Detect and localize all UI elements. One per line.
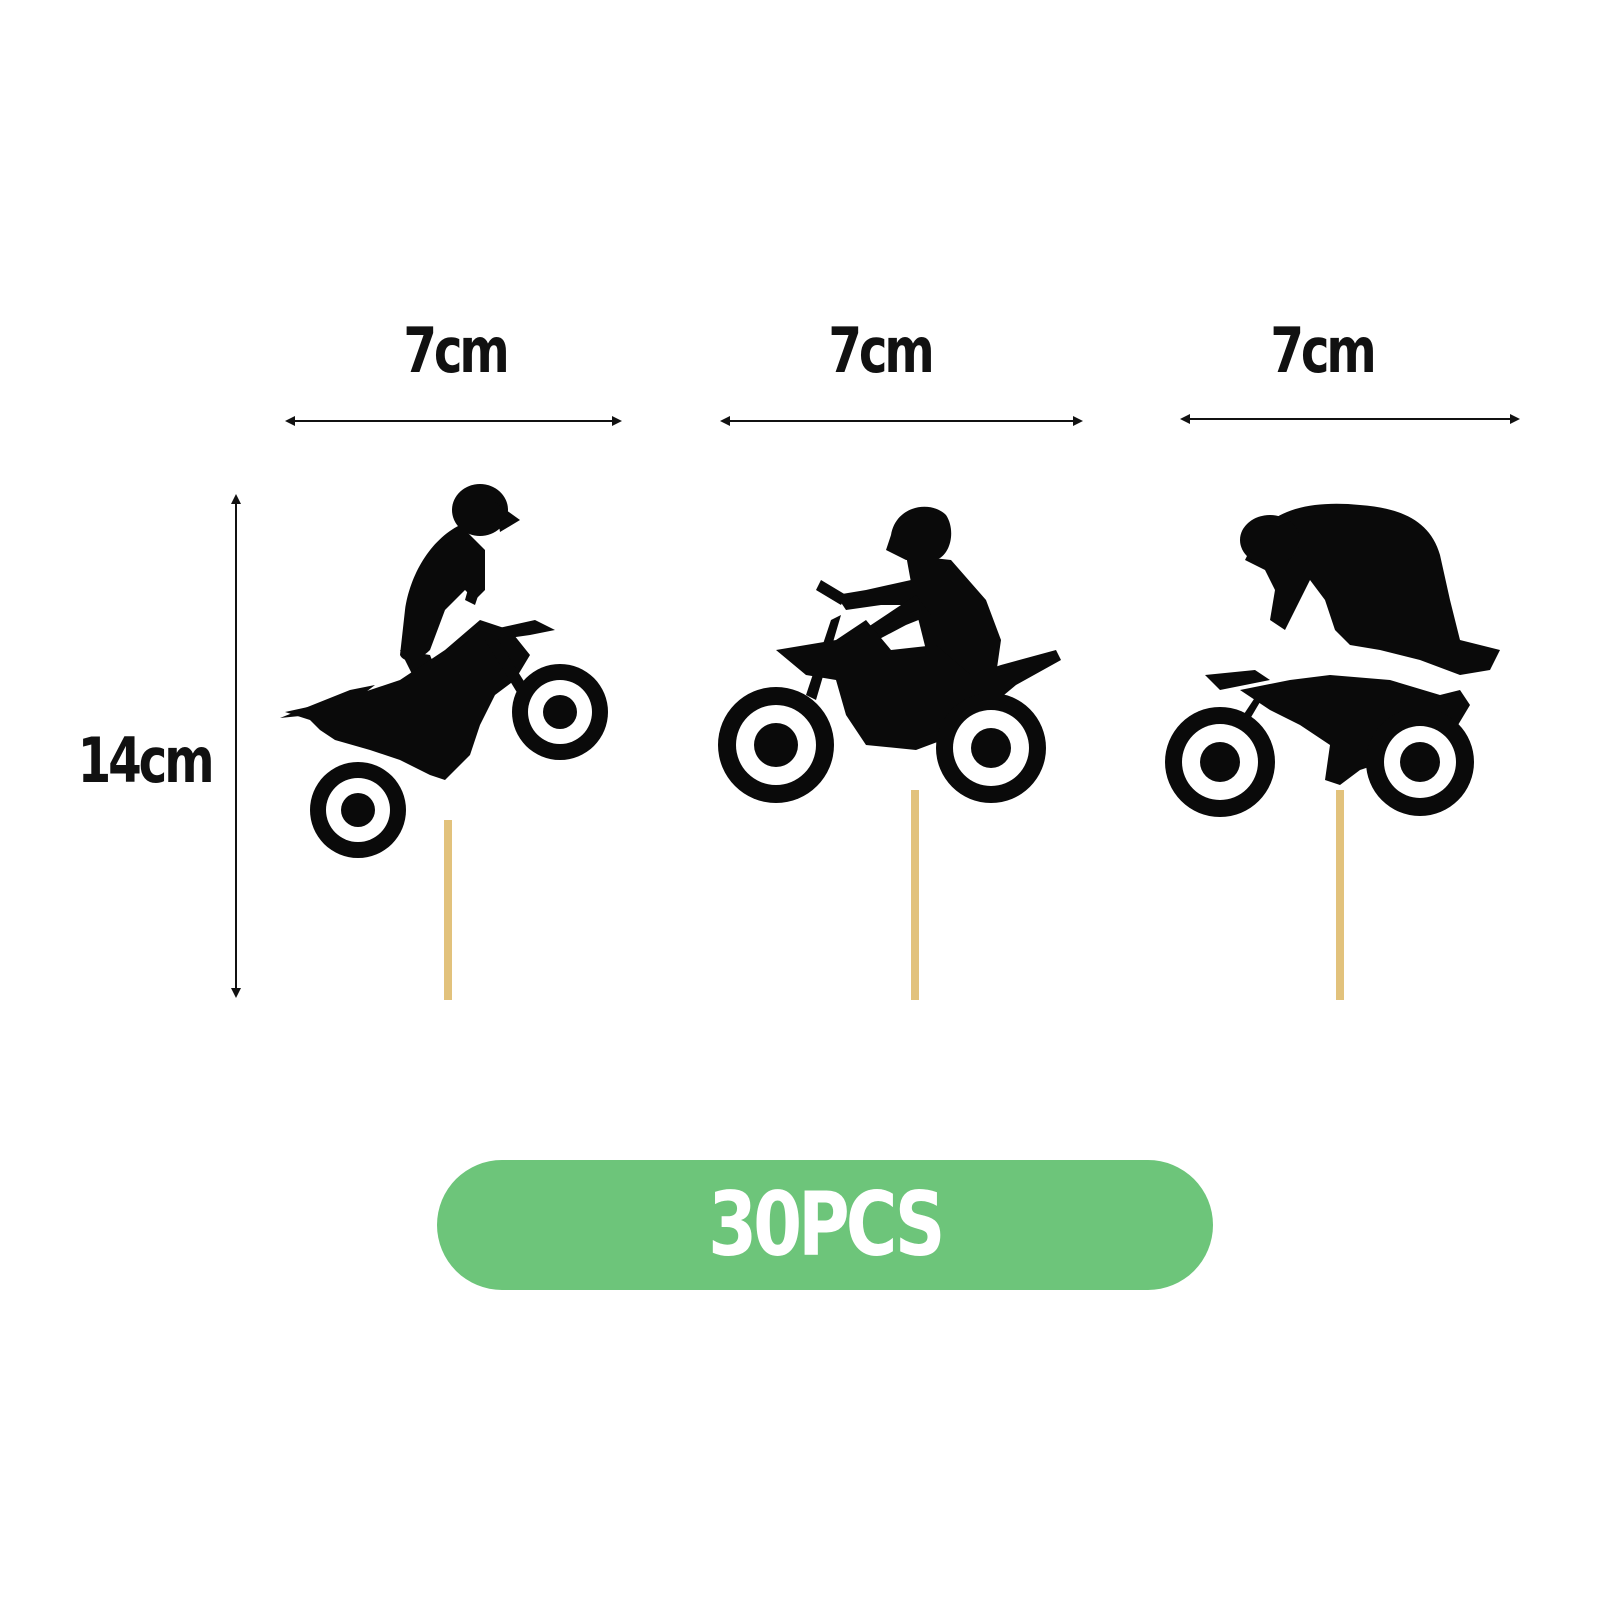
cake-stick-icon	[444, 820, 452, 1000]
quantity-label: 30PCS	[708, 1173, 945, 1276]
motocross-topper-1	[280, 484, 608, 1000]
cake-stick-icon	[1336, 790, 1344, 1000]
motocross-topper-3	[1165, 503, 1500, 1000]
quantity-badge: 30PCS	[437, 1160, 1213, 1290]
cake-stick-icon	[911, 790, 919, 1000]
motocross-topper-2	[718, 506, 1061, 1000]
